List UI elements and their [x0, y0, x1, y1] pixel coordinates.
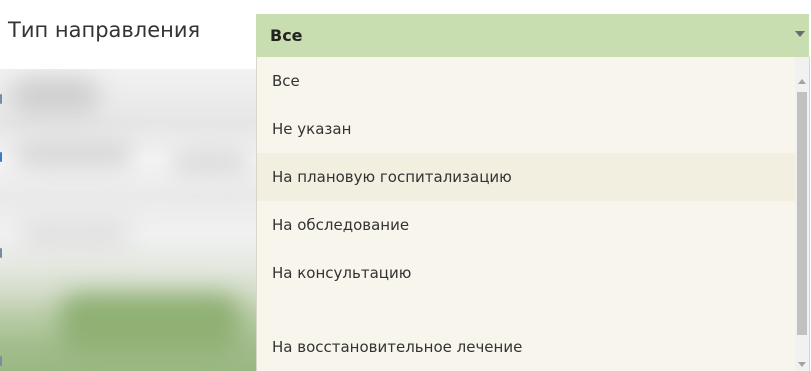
- blurred-marker: [0, 248, 2, 258]
- option-rehabilitation-treatment[interactable]: На восстановительное лечение: [257, 323, 795, 371]
- blurred-block: [170, 149, 250, 175]
- scroll-up-arrow-icon[interactable]: [798, 79, 806, 84]
- form-screen: Тип направления Все Все Не указан На пла…: [0, 0, 811, 371]
- blurred-marker: [0, 152, 2, 162]
- scrollbar-thumb[interactable]: [797, 92, 807, 335]
- blurred-block: [60, 294, 240, 354]
- blurred-block: [14, 139, 134, 169]
- blurred-marker: [0, 94, 2, 104]
- blurred-block: [20, 219, 130, 249]
- option-examination[interactable]: На обследование: [257, 201, 795, 249]
- dropdown-scrollbar[interactable]: [795, 57, 809, 371]
- blurred-block: [10, 77, 100, 115]
- direction-type-select[interactable]: Все: [256, 14, 809, 57]
- option-consultation[interactable]: На консультацию: [257, 249, 795, 297]
- scroll-down-arrow-icon[interactable]: [798, 362, 806, 367]
- chevron-down-icon[interactable]: [795, 31, 805, 37]
- direction-type-dropdown[interactable]: Все Не указан На плановую госпитализацию…: [256, 57, 810, 371]
- blurred-background-content: [0, 69, 256, 371]
- direction-type-label: Тип направления: [8, 18, 201, 42]
- option-not-specified[interactable]: Не указан: [257, 105, 795, 153]
- blurred-marker: [0, 356, 2, 366]
- option-planned-hospitalization[interactable]: На плановую госпитализацию: [257, 153, 795, 201]
- select-current-value: Все: [270, 26, 303, 45]
- option-all[interactable]: Все: [257, 57, 795, 105]
